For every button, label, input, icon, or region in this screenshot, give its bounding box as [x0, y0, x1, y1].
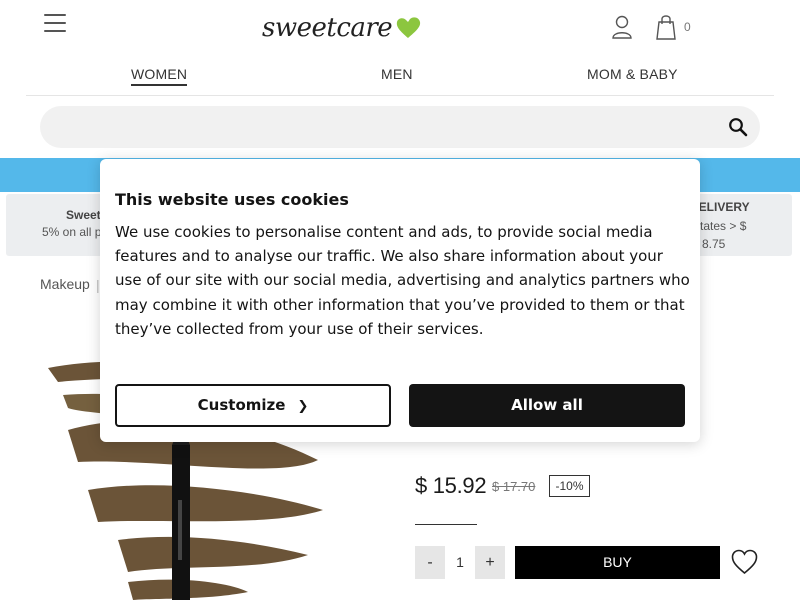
- breadcrumb-makeup[interactable]: Makeup: [40, 276, 90, 292]
- cart-count: 0: [684, 20, 691, 34]
- allow-all-button[interactable]: Allow all: [409, 384, 685, 427]
- quantity-increase-button[interactable]: +: [475, 546, 505, 579]
- heart-logo-icon: [397, 17, 421, 38]
- tab-men[interactable]: MEN: [381, 66, 413, 82]
- product-old-price: $ 17.70: [492, 479, 536, 494]
- buy-button[interactable]: BUY: [515, 546, 720, 579]
- quantity-decrease-button[interactable]: -: [415, 546, 445, 579]
- variant-underline: [415, 524, 477, 525]
- chevron-right-icon: ❯: [297, 399, 309, 414]
- hamburger-menu-icon[interactable]: [44, 14, 66, 32]
- cookie-consent-dialog: This website uses cookies We use cookies…: [100, 159, 700, 442]
- discount-badge: -10%: [549, 475, 590, 497]
- quantity-value[interactable]: 1: [445, 546, 475, 579]
- search-bar: [40, 106, 760, 148]
- customize-button[interactable]: Customize ❯: [115, 384, 391, 427]
- search-input[interactable]: [60, 106, 700, 148]
- search-icon[interactable]: [728, 117, 748, 137]
- logo-text: sweetcare: [262, 13, 393, 43]
- product-price: $ 15.92: [415, 473, 487, 498]
- customize-label: Customize: [197, 396, 286, 414]
- logo[interactable]: sweetcare: [262, 12, 421, 44]
- tab-mom-baby[interactable]: MOM & BABY: [587, 66, 678, 82]
- tab-women[interactable]: WOMEN: [131, 66, 188, 86]
- nav-divider: [26, 95, 774, 96]
- heart-icon[interactable]: [731, 549, 758, 575]
- user-icon[interactable]: [611, 15, 633, 39]
- shopping-bag-icon[interactable]: [656, 14, 676, 40]
- cookie-text: We use cookies to personalise content an…: [115, 223, 690, 338]
- cookie-title: This website uses cookies: [115, 190, 349, 209]
